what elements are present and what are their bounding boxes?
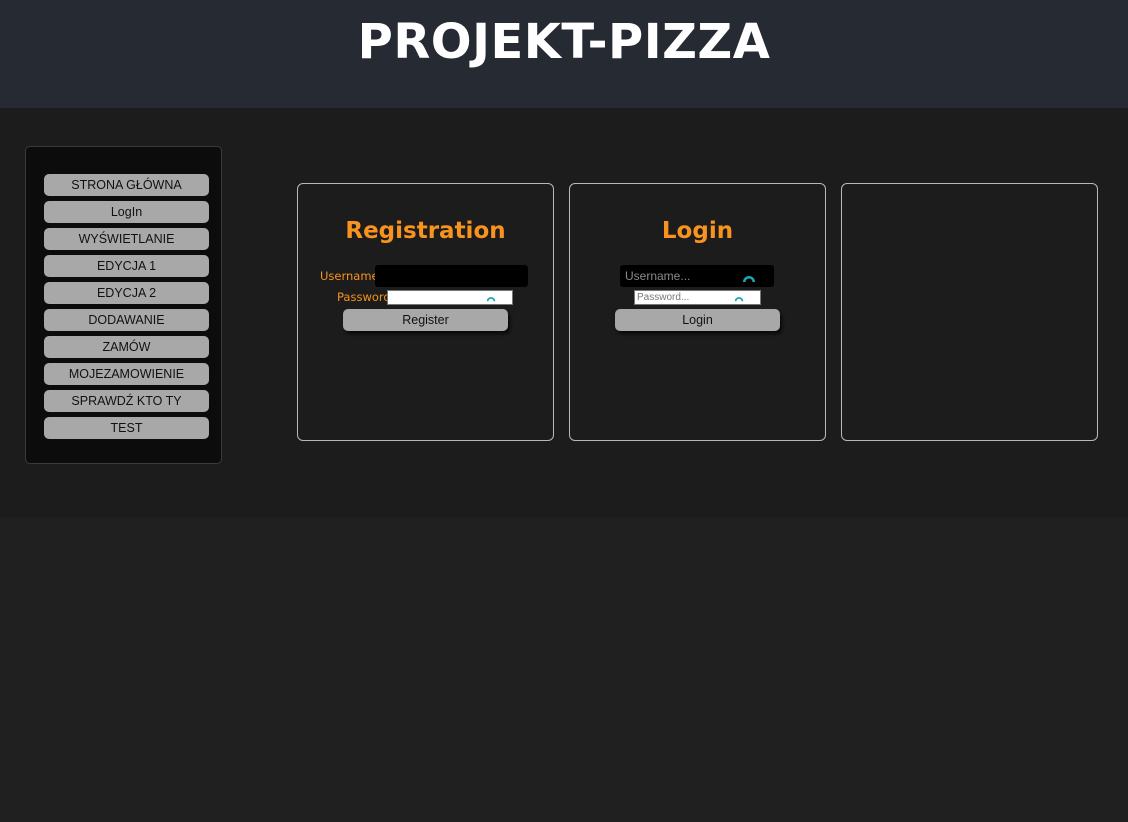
page-title: PROJEKT-PIZZA: [357, 14, 771, 70]
sidebar-item-edycja-2[interactable]: EDYCJA 2: [44, 282, 209, 304]
empty-panel: [841, 183, 1098, 441]
main-content: STRONA GŁÓWNA LogIn WYŚWIETLANIE EDYCJA …: [0, 108, 1128, 517]
sidebar-item-login[interactable]: LogIn: [44, 201, 209, 223]
key-icon[interactable]: [485, 291, 497, 303]
key-icon[interactable]: [733, 291, 745, 303]
registration-password-label: Password: [337, 290, 391, 304]
registration-panel: Registration Username Password Register: [297, 183, 554, 441]
sidebar-item-wyswietlanie[interactable]: WYŚWIETLANIE: [44, 228, 209, 250]
registration-title: Registration: [345, 218, 506, 244]
registration-username-label: Username: [320, 269, 379, 283]
key-icon[interactable]: [742, 269, 756, 283]
sidebar-item-dodawanie[interactable]: DODAWANIE: [44, 309, 209, 331]
registration-username-input[interactable]: [375, 265, 528, 287]
sidebar-item-edycja-1[interactable]: EDYCJA 1: [44, 255, 209, 277]
login-button[interactable]: Login: [615, 309, 780, 331]
sidebar-item-sprawdz-kto-ty[interactable]: SPRAWDŹ KTO TY: [44, 390, 209, 412]
register-button[interactable]: Register: [343, 309, 508, 331]
sidebar-item-zamow[interactable]: ZAMÓW: [44, 336, 209, 358]
sidebar-nav: STRONA GŁÓWNA LogIn WYŚWIETLANIE EDYCJA …: [25, 146, 222, 464]
sidebar-item-strona-glowna[interactable]: STRONA GŁÓWNA: [44, 174, 209, 196]
sidebar-item-mojezamowienie[interactable]: MOJEZAMOWIENIE: [44, 363, 209, 385]
login-panel: Login Username... Password... Login: [569, 183, 826, 441]
page-header: PROJEKT-PIZZA: [0, 0, 1128, 108]
sidebar-item-test[interactable]: TEST: [44, 417, 209, 439]
login-title: Login: [661, 218, 734, 244]
